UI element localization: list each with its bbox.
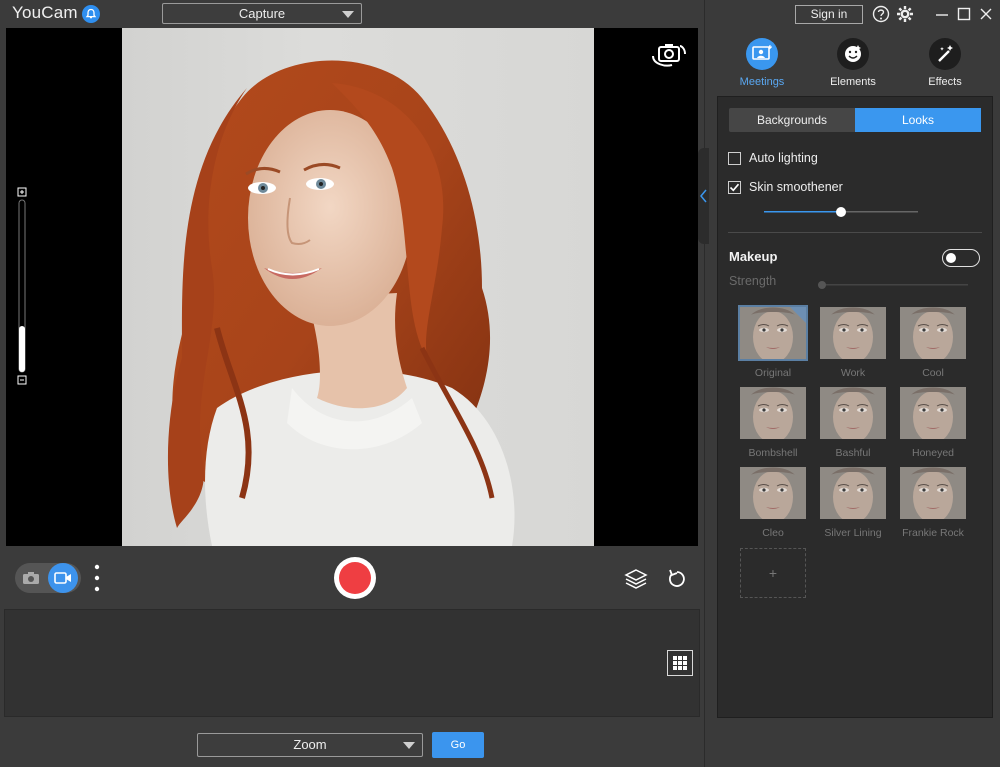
video-camera-icon[interactable] xyxy=(48,563,78,593)
add-look-button[interactable]: + xyxy=(740,548,806,598)
undo-icon[interactable] xyxy=(666,568,688,590)
section-divider xyxy=(728,232,982,233)
category-elements[interactable]: Elements xyxy=(813,38,893,88)
makeup-look-label: Cleo xyxy=(762,527,784,539)
category-elements-label: Elements xyxy=(830,76,876,88)
skin-smoothener-option[interactable]: Skin smoothener xyxy=(728,178,843,196)
makeup-look-label: Silver Lining xyxy=(824,527,882,539)
close-icon[interactable] xyxy=(977,5,995,23)
grid-view-icon[interactable] xyxy=(667,650,693,676)
camera-preview xyxy=(6,28,698,546)
makeup-look-label: Bashful xyxy=(835,447,871,459)
looks-panel: Backgrounds Looks Auto lighting Skin smo… xyxy=(717,96,993,718)
layers-icon[interactable] xyxy=(624,568,648,590)
meeting-app-value: Zoom xyxy=(293,737,327,752)
capture-mode-toggle[interactable] xyxy=(15,563,81,593)
meeting-app-dropdown[interactable]: Zoom xyxy=(197,733,423,757)
makeup-look-label: Cool xyxy=(922,367,944,379)
tab-backgrounds[interactable]: Backgrounds xyxy=(729,108,855,132)
sticker-face-icon xyxy=(837,38,869,70)
record-icon xyxy=(339,562,371,594)
app-title: YouCam xyxy=(12,3,78,22)
chevron-down-icon xyxy=(342,11,354,18)
makeup-look-label: Honeyed xyxy=(911,447,955,459)
makeup-look-item[interactable]: Frankie Rock xyxy=(900,467,966,539)
go-button[interactable]: Go xyxy=(432,732,484,758)
makeup-look-thumbnail xyxy=(820,467,886,519)
makeup-look-item[interactable]: Bashful xyxy=(820,387,886,459)
sign-in-button[interactable]: Sign in xyxy=(795,5,863,24)
makeup-look-thumbnail xyxy=(900,467,966,519)
gear-icon[interactable] xyxy=(896,5,914,23)
collapse-panel-handle[interactable] xyxy=(698,148,709,244)
maximize-icon[interactable] xyxy=(955,5,973,23)
tab-looks[interactable]: Looks xyxy=(855,108,981,132)
makeup-look-thumbnail xyxy=(740,387,806,439)
camera-pane: YouCam Capture Zoom Go xyxy=(0,0,704,767)
auto-lighting-checkbox[interactable] xyxy=(728,151,741,165)
selected-check-icon xyxy=(790,307,806,323)
makeup-look-label: Frankie Rock xyxy=(902,527,964,539)
looks-segmented-control: Backgrounds Looks xyxy=(729,108,981,132)
skin-smoothener-slider[interactable] xyxy=(764,205,918,217)
makeup-look-thumbnail xyxy=(900,387,966,439)
category-meetings-label: Meetings xyxy=(739,76,785,88)
more-options-icon[interactable] xyxy=(92,564,102,594)
switch-camera-icon[interactable] xyxy=(650,40,688,70)
makeup-look-item[interactable]: Bombshell xyxy=(740,387,806,459)
makeup-look-label: Bombshell xyxy=(748,447,798,459)
makeup-look-item[interactable]: Silver Lining xyxy=(820,467,886,539)
skin-smoothener-checkbox[interactable] xyxy=(728,180,741,194)
notification-bell-icon[interactable] xyxy=(82,5,100,23)
checkmark-icon xyxy=(729,183,740,191)
meetings-icon xyxy=(746,38,778,70)
mode-dropdown-value: Capture xyxy=(238,6,286,21)
makeup-look-item[interactable]: Original xyxy=(738,305,808,379)
makeup-look-item[interactable]: Cool xyxy=(900,307,966,379)
media-gallery-tray xyxy=(4,609,700,717)
record-button[interactable] xyxy=(334,557,376,599)
mode-dropdown[interactable]: Capture xyxy=(162,3,362,24)
category-effects[interactable]: Effects xyxy=(905,38,985,88)
makeup-toggle[interactable] xyxy=(942,249,980,267)
makeup-look-thumbnail xyxy=(820,387,886,439)
help-icon[interactable] xyxy=(872,5,890,23)
webcam-video-frame xyxy=(122,28,594,546)
minimize-icon[interactable] xyxy=(933,5,951,23)
makeup-look-thumbnail xyxy=(740,467,806,519)
makeup-look-thumbnail xyxy=(738,305,808,361)
magic-wand-icon xyxy=(929,38,961,70)
auto-lighting-label: Auto lighting xyxy=(749,151,818,165)
category-meetings[interactable]: Meetings xyxy=(722,38,802,88)
makeup-look-item[interactable]: Cleo xyxy=(740,467,806,539)
makeup-heading: Makeup xyxy=(729,249,778,264)
makeup-look-label: Work xyxy=(840,367,866,379)
toggle-knob xyxy=(946,253,956,263)
camera-icon[interactable] xyxy=(19,566,43,590)
category-effects-label: Effects xyxy=(928,76,962,88)
zoom-slider[interactable] xyxy=(16,186,28,386)
makeup-look-label: Original xyxy=(754,367,792,379)
makeup-look-item[interactable]: Honeyed xyxy=(900,387,966,459)
strength-label: Strength xyxy=(729,274,777,288)
skin-smoothener-label: Skin smoothener xyxy=(749,180,843,194)
makeup-look-thumbnail xyxy=(900,307,966,359)
strength-slider[interactable] xyxy=(818,277,968,289)
capture-toolbar xyxy=(6,552,698,604)
auto-lighting-option[interactable]: Auto lighting xyxy=(728,149,818,167)
makeup-look-thumbnail xyxy=(820,307,886,359)
makeup-look-item[interactable]: Work xyxy=(820,307,886,379)
chevron-down-icon xyxy=(403,742,415,749)
effects-pane: Sign in Meetings Elements Effects Backgr… xyxy=(698,0,1000,767)
